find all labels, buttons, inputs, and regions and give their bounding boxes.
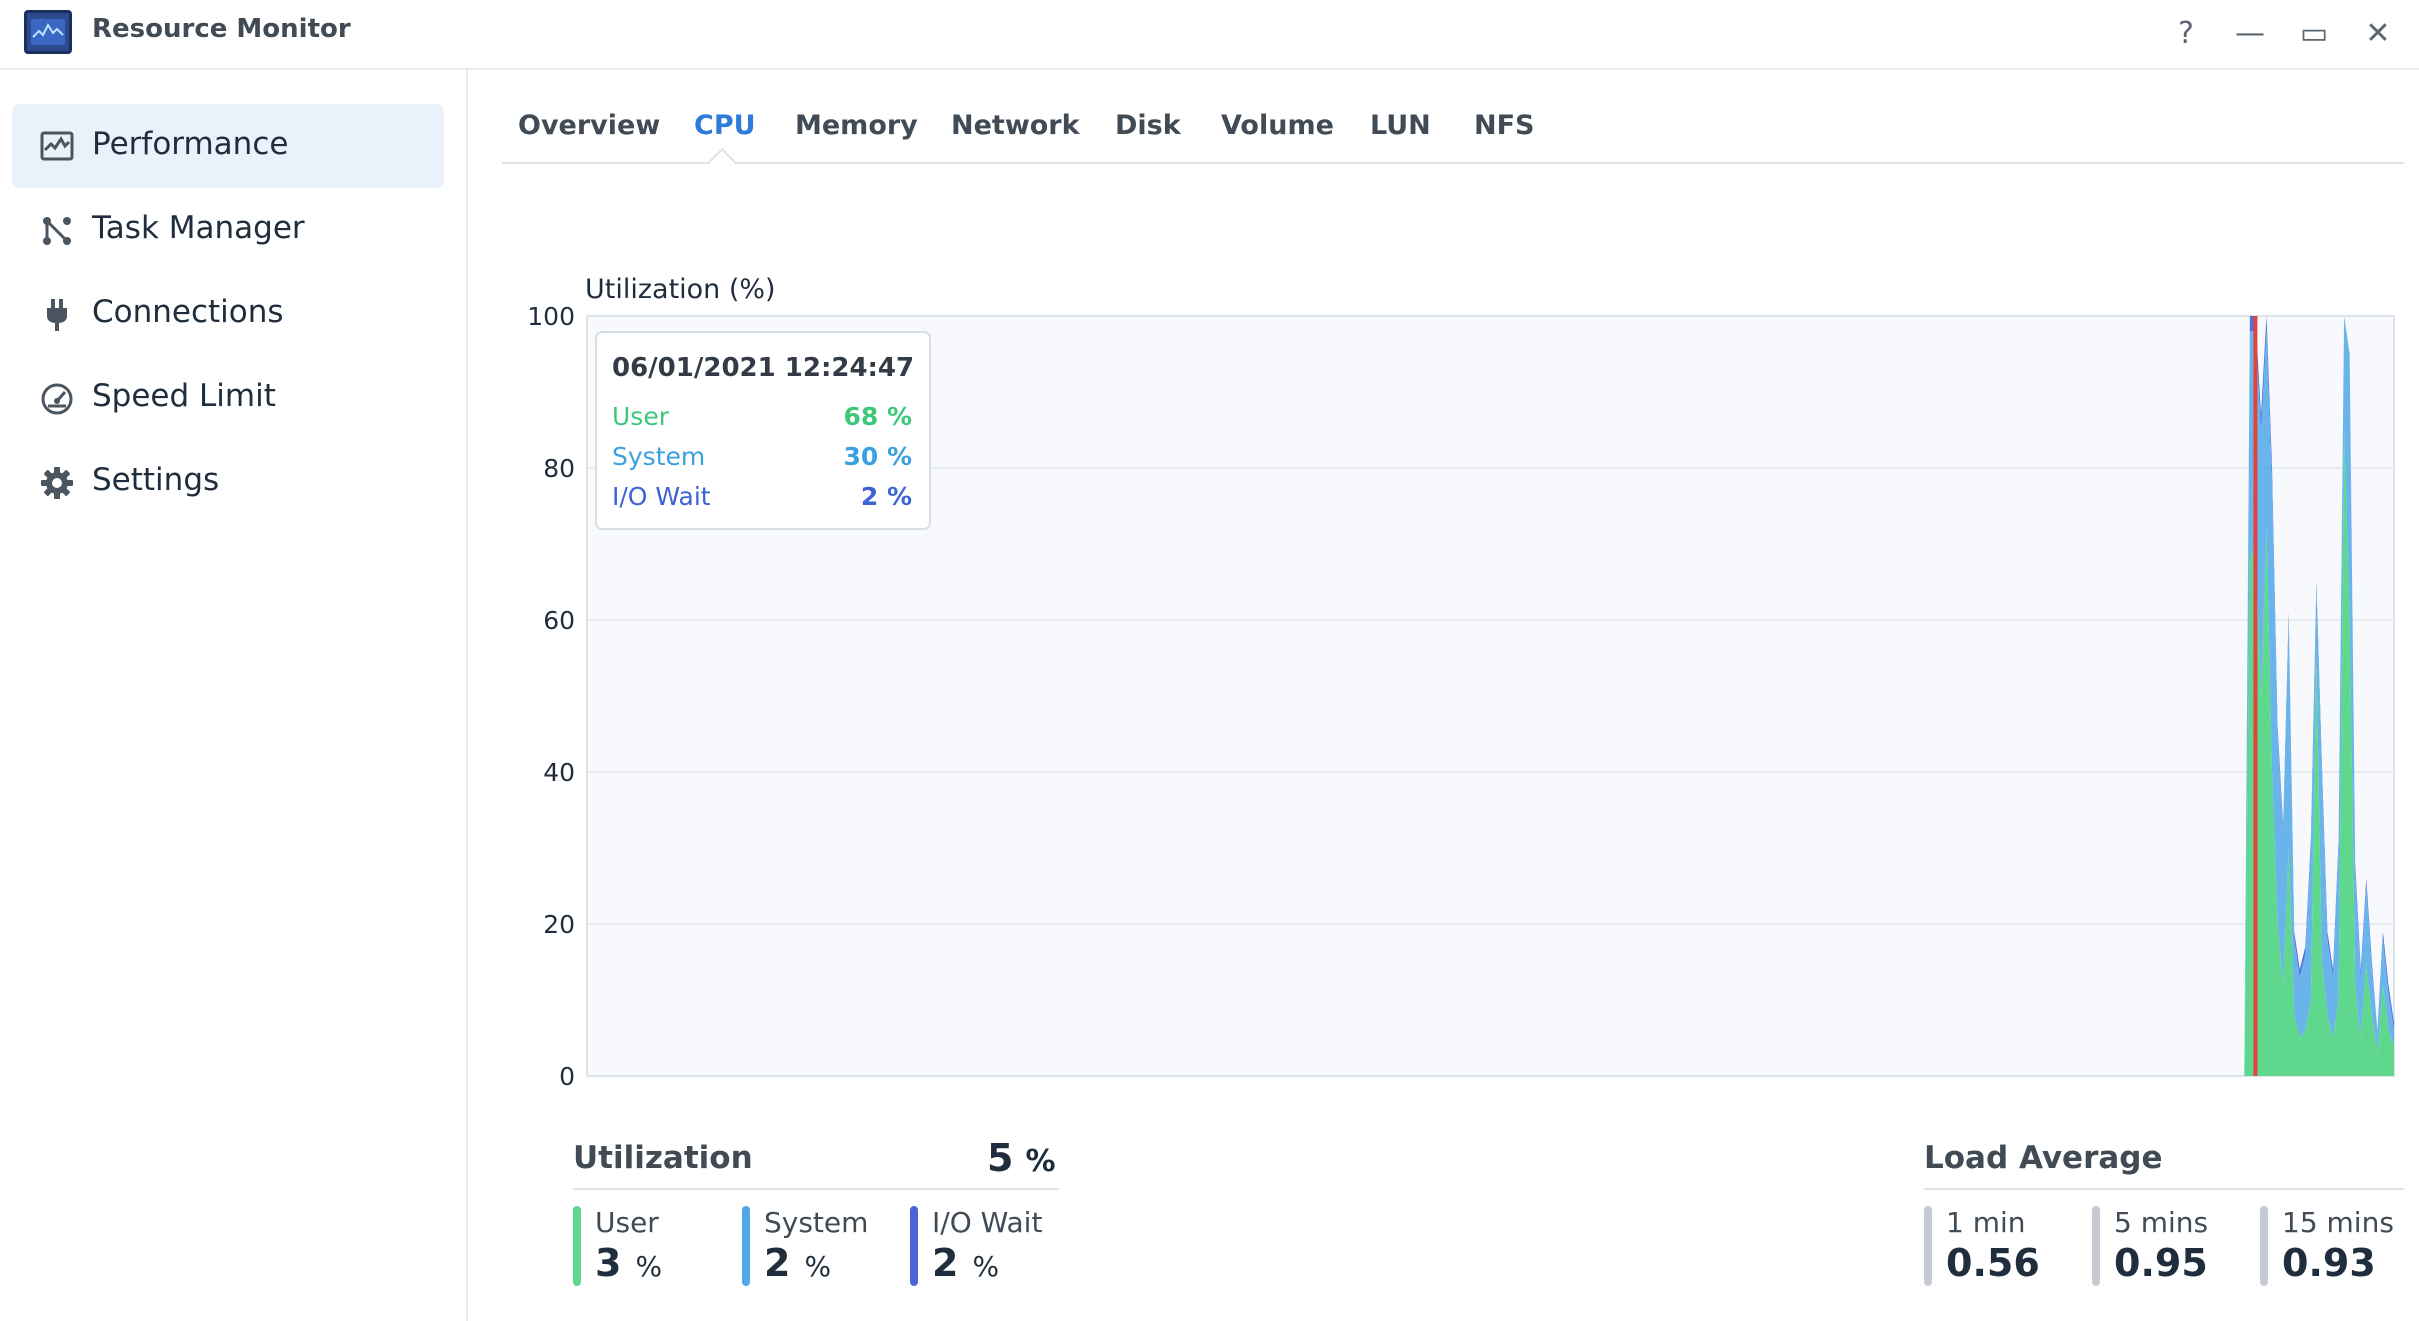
utilization-total-unit: % <box>1025 1144 1056 1179</box>
sidebar-item-performance[interactable]: Performance <box>12 104 444 188</box>
load-15min-value: 0.93 <box>2282 1241 2376 1285</box>
y-tick-label: 100 <box>527 302 575 331</box>
load-average-divider <box>1924 1188 2404 1190</box>
sidebar-item-label: Speed Limit <box>92 378 276 414</box>
tab-nfs[interactable]: NFS <box>1474 110 1535 141</box>
stat-iowait-color-bar <box>910 1206 918 1286</box>
title-bar: Resource Monitor ? — ▭ ✕ <box>0 0 2419 70</box>
y-tick-label: 0 <box>559 1062 575 1091</box>
stat-system-color-bar <box>742 1206 750 1286</box>
load-1min-color-bar <box>1924 1206 1932 1286</box>
tab-disk[interactable]: Disk <box>1115 110 1181 141</box>
stat-user-number: 3 <box>595 1241 622 1285</box>
tab-volume[interactable]: Volume <box>1221 110 1334 141</box>
maximize-button[interactable]: ▭ <box>2294 14 2334 54</box>
window-title: Resource Monitor <box>92 14 351 44</box>
help-button[interactable]: ? <box>2166 14 2206 54</box>
plug-icon <box>47 299 67 331</box>
load-15min-label: 15 mins <box>2282 1206 2394 1239</box>
y-tick-label: 60 <box>543 606 575 635</box>
stat-system-value: 2% <box>764 1241 868 1285</box>
tab-overview[interactable]: Overview <box>518 110 660 141</box>
tooltip-row-value: 2 % <box>861 482 912 511</box>
task-manager-icon <box>43 217 71 245</box>
load-5min: 5 mins 0.95 <box>2092 1206 2208 1286</box>
tooltip-row-label: User <box>612 402 670 431</box>
tooltip-row-label: System <box>612 442 705 471</box>
load-5min-color-bar <box>2092 1206 2100 1286</box>
stat-iowait-value: 2% <box>932 1241 1042 1285</box>
utilization-divider <box>573 1188 1059 1190</box>
y-tick-label: 20 <box>543 910 575 939</box>
stat-system: System 2% <box>742 1206 868 1286</box>
stat-iowait: I/O Wait 2% <box>910 1206 1042 1286</box>
y-axis-label: Utilization (%) <box>585 274 776 305</box>
tab-bar: Overview CPU Memory Network Disk Volume … <box>502 100 2404 164</box>
utilization-total: 5% <box>987 1136 1056 1180</box>
speedometer-icon <box>41 383 73 415</box>
sidebar-item-speed-limit[interactable]: Speed Limit <box>12 356 444 440</box>
load-5min-label: 5 mins <box>2114 1206 2209 1239</box>
load-average-title: Load Average <box>1924 1140 2163 1176</box>
stat-system-number: 2 <box>764 1241 791 1285</box>
stat-system-unit: % <box>804 1250 832 1283</box>
sidebar-item-task-manager[interactable]: Task Manager <box>12 188 444 272</box>
tooltip-row-value: 30 % <box>843 442 912 471</box>
stat-user-color-bar <box>573 1206 581 1286</box>
resource-monitor-app-icon <box>24 10 72 54</box>
load-1min-label: 1 min <box>1946 1206 2026 1239</box>
tab-memory[interactable]: Memory <box>795 110 918 141</box>
tooltip-row-label: I/O Wait <box>612 482 711 511</box>
y-tick-label: 40 <box>543 758 575 787</box>
gear-icon <box>41 467 73 499</box>
load-1min: 1 min 0.56 <box>1924 1206 2040 1286</box>
stat-user-value: 3% <box>595 1241 662 1285</box>
load-15min: 15 mins 0.93 <box>2260 1206 2394 1286</box>
sidebar: Performance Task Manager Connections Spe… <box>0 70 468 1321</box>
close-button[interactable]: ✕ <box>2358 14 2398 54</box>
utilization-total-value: 5 <box>987 1136 1014 1180</box>
stat-iowait-label: I/O Wait <box>932 1206 1043 1239</box>
stat-user-unit: % <box>635 1250 663 1283</box>
y-tick-label: 80 <box>543 454 575 483</box>
sidebar-item-connections[interactable]: Connections <box>12 272 444 356</box>
sidebar-item-label: Task Manager <box>92 210 305 246</box>
load-15min-color-bar <box>2260 1206 2268 1286</box>
stat-user: User 3% <box>573 1206 662 1286</box>
performance-icon <box>40 131 74 161</box>
tooltip-timestamp: 06/01/2021 12:24:47 <box>612 353 914 383</box>
load-5min-value: 0.95 <box>2114 1241 2208 1285</box>
tooltip-row-value: 68 % <box>843 402 912 431</box>
sidebar-item-label: Performance <box>92 126 289 162</box>
sidebar-item-settings[interactable]: Settings <box>12 440 444 524</box>
stat-iowait-unit: % <box>972 1250 1000 1283</box>
utilization-title: Utilization <box>573 1140 753 1176</box>
stat-user-label: User <box>595 1206 659 1239</box>
load-1min-value: 0.56 <box>1946 1241 2040 1285</box>
sidebar-item-label: Settings <box>92 462 220 498</box>
tab-cpu[interactable]: CPU <box>694 110 756 141</box>
tab-network[interactable]: Network <box>951 110 1080 141</box>
tab-lun[interactable]: LUN <box>1370 110 1431 141</box>
stat-system-label: System <box>764 1206 869 1239</box>
minimize-button[interactable]: — <box>2230 14 2270 54</box>
stat-iowait-number: 2 <box>932 1241 959 1285</box>
cpu-utilization-chart[interactable]: Utilization (%) 0 20 40 60 80 100 06/01/2021 12… <box>500 270 2410 1100</box>
sidebar-item-label: Connections <box>92 294 284 330</box>
